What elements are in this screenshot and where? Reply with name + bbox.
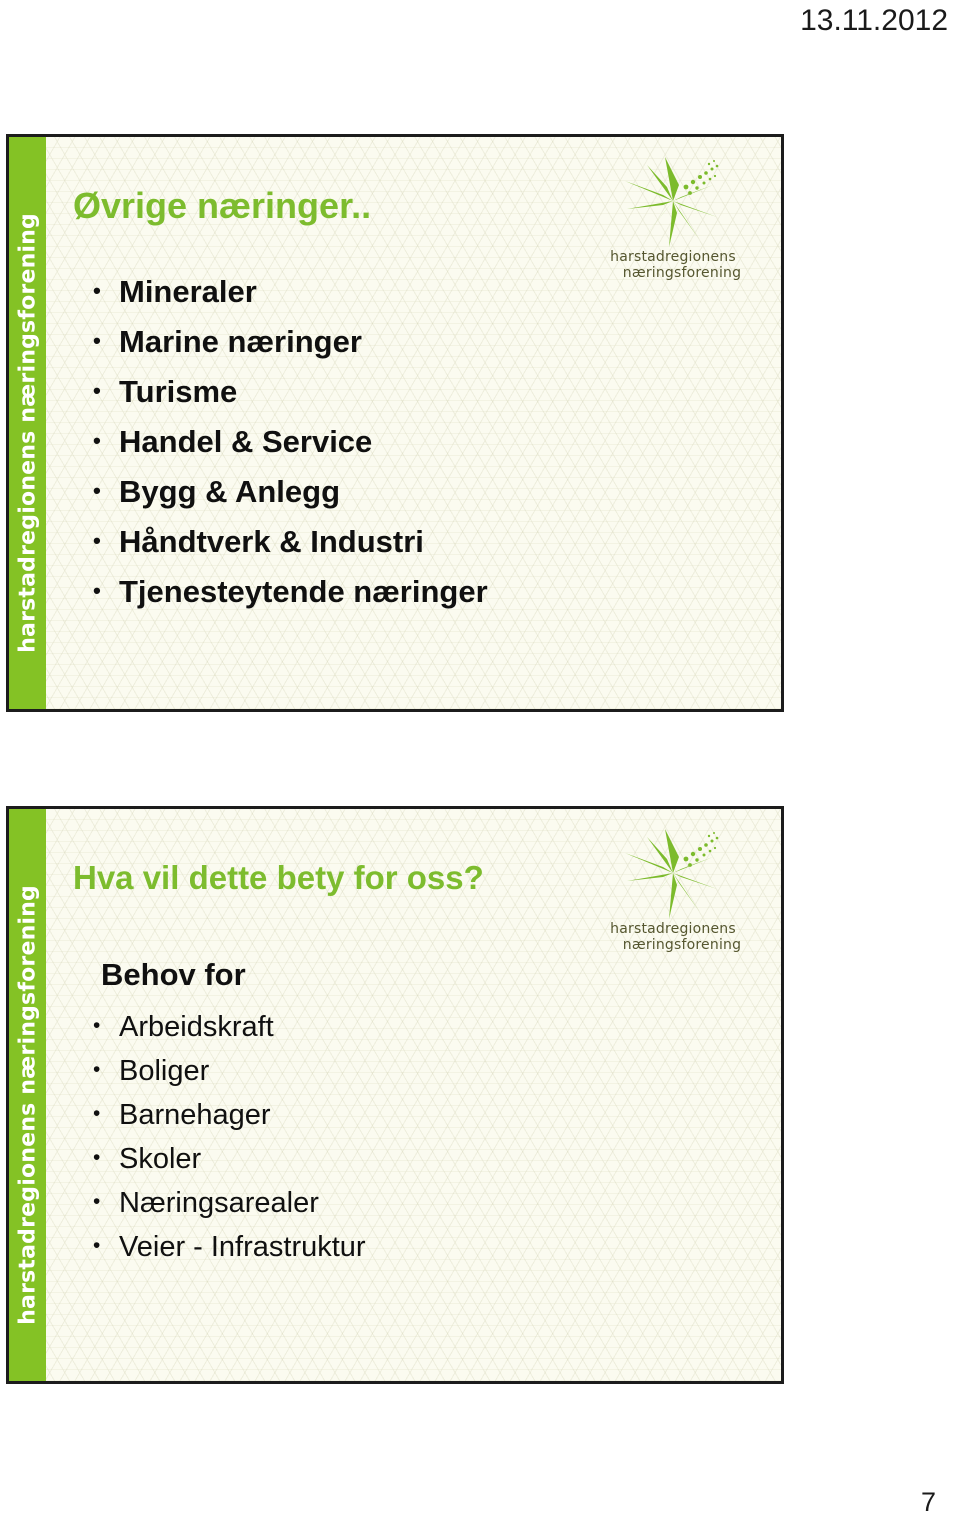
list-item: Barnehager [93, 1092, 366, 1137]
logo-wordmark-line1: harstadregionens [610, 921, 736, 937]
sidebar-vertical-label: harstadregionens næringsforening [15, 885, 40, 1325]
list-item: Boliger [93, 1048, 366, 1093]
organization-logo: harstadregionens næringsforening [599, 151, 747, 281]
bullet-list: Arbeidskraft Boliger Barnehager Skoler N… [93, 1004, 366, 1269]
bullet-list: Mineraler Marine næringer Turisme Handel… [93, 266, 488, 617]
document-page: 13.11.2012 harstadregionens næringsforen… [0, 0, 960, 1526]
slide-content-area: Hva vil dette bety for oss? Behov for Ar… [69, 809, 769, 1381]
slide-green-sidebar: harstadregionens næringsforening [9, 137, 46, 709]
starburst-logo-mark [625, 157, 719, 247]
page-number: 7 [920, 1487, 936, 1517]
logo-wordmark-line2: næringsforening [622, 265, 742, 281]
list-item: Tjenesteytende næringer [93, 566, 488, 617]
organization-logo: harstadregionens næringsforening [599, 823, 747, 953]
sidebar-vertical-label: harstadregionens næringsforening [15, 213, 40, 653]
starburst-logo-mark [625, 829, 719, 919]
list-item: Arbeidskraft [93, 1004, 366, 1049]
logo-wordmark: harstadregionens næringsforening [599, 249, 747, 281]
slide-ovrige-naeringer: harstadregionens næringsforening Øvrige … [6, 134, 784, 712]
list-item: Marine næringer [93, 316, 488, 367]
list-item: Mineraler [93, 266, 488, 317]
slide-green-sidebar: harstadregionens næringsforening [9, 809, 46, 1381]
slide-title: Øvrige næringer.. [73, 185, 372, 226]
logo-wordmark-line1: harstadregionens [610, 249, 736, 265]
slide-title: Hva vil dette bety for oss? [73, 859, 484, 896]
list-item: Næringsarealer [93, 1180, 366, 1225]
logo-wordmark: harstadregionens næringsforening [599, 921, 747, 953]
list-item: Turisme [93, 366, 488, 417]
header-date: 13.11.2012 [800, 4, 948, 37]
list-item: Håndtverk & Industri [93, 516, 488, 567]
list-item: Skoler [93, 1136, 366, 1181]
slide-content-area: Øvrige næringer.. Mineraler Marine nærin… [69, 137, 769, 709]
list-item: Veier - Infrastruktur [93, 1224, 366, 1269]
logo-wordmark-line2: næringsforening [622, 937, 742, 953]
list-item: Handel & Service [93, 416, 488, 467]
slide-subheading: Behov for [101, 957, 246, 992]
slide-hva-vil-dette-bety: harstadregionens næringsforening Hva vil… [6, 806, 784, 1384]
list-item: Bygg & Anlegg [93, 466, 488, 517]
